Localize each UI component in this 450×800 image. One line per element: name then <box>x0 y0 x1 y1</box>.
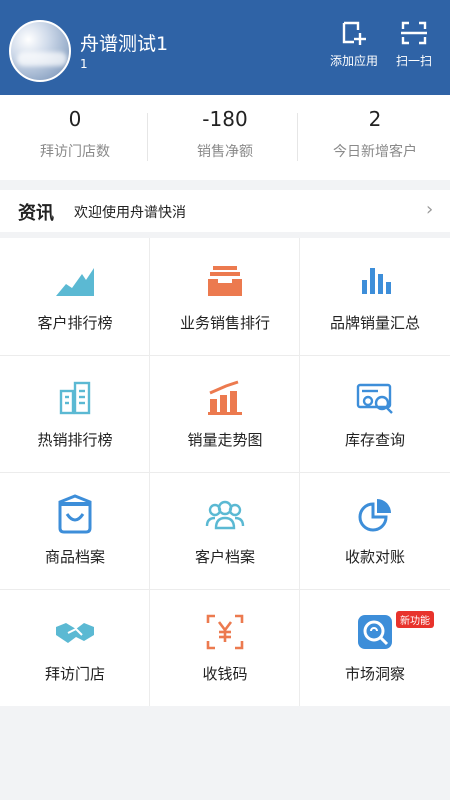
stat-value: -180 <box>202 107 248 131</box>
stat-caption: 今日新增客户 <box>333 144 417 160</box>
new-feature-badge: 新功能 <box>396 611 434 628</box>
stat-value: 2 <box>368 107 382 131</box>
market-insight-icon <box>354 611 396 653</box>
columns-icon <box>54 377 96 419</box>
app-brand-summary[interactable]: 品牌销量汇总 <box>300 238 450 355</box>
news-tag: 资讯 <box>18 203 54 224</box>
app-stock-query[interactable]: 库存查询 <box>300 355 450 472</box>
app-label: 客户档案 <box>194 548 255 566</box>
divider <box>297 113 298 161</box>
stat-value: 0 <box>68 107 82 131</box>
app-hot-ranking[interactable]: 热销排行榜 <box>0 355 150 472</box>
shopping-bag-icon <box>54 494 96 536</box>
app-market-insight[interactable]: 市场洞察 <box>300 589 450 706</box>
app-grid: 客户排行榜 业务销售排行 品牌销量汇总 热销排行榜 销量走势图 库存查询 商品档… <box>0 238 450 706</box>
header-bar: 舟谱测试1 1 添加应用 扫一扫 <box>0 0 450 95</box>
scan-icon <box>401 21 427 45</box>
add-app-icon <box>342 21 366 45</box>
trend-chart-icon <box>204 377 246 419</box>
app-label: 客户排行榜 <box>37 314 113 332</box>
app-label: 库存查询 <box>344 431 405 449</box>
app-customer-ranking[interactable]: 客户排行榜 <box>0 238 150 355</box>
app-visit-store[interactable]: 拜访门店 <box>0 589 150 706</box>
yuan-code-icon <box>204 611 246 653</box>
handshake-icon <box>54 611 96 653</box>
add-app-label: 添加应用 <box>329 54 378 68</box>
avatar[interactable] <box>9 20 71 82</box>
stats-panel: 0 拜访门店数 -180 销售净额 2 今日新增客户 <box>0 95 450 180</box>
stat-net-sales[interactable]: -180 销售净额 <box>150 95 300 180</box>
app-customer-archive[interactable]: 客户档案 <box>150 472 300 589</box>
app-label: 收钱码 <box>202 665 248 683</box>
app-label: 热销排行榜 <box>37 431 113 449</box>
scan-button[interactable]: 扫一扫 <box>384 20 444 69</box>
user-name: 舟谱测试1 <box>80 33 169 55</box>
app-sales-trend[interactable]: 销量走势图 <box>150 355 300 472</box>
stat-visited-stores[interactable]: 0 拜访门店数 <box>0 95 150 180</box>
news-bar[interactable]: 资讯 欢迎使用舟谱快消 › <box>0 190 450 232</box>
add-app-button[interactable]: 添加应用 <box>324 20 384 69</box>
app-label: 市场洞察 <box>344 665 405 683</box>
app-product-archive[interactable]: 商品档案 <box>0 472 150 589</box>
people-icon <box>204 494 246 536</box>
app-payment-code[interactable]: 收钱码 <box>150 589 300 706</box>
stock-search-icon <box>354 377 396 419</box>
pie-chart-icon <box>354 494 396 536</box>
app-sales-ranking[interactable]: 业务销售排行 <box>150 238 300 355</box>
stat-caption: 销售净额 <box>197 144 253 160</box>
app-label: 商品档案 <box>44 548 105 566</box>
app-label: 拜访门店 <box>44 665 105 683</box>
user-subtitle: 1 <box>80 57 88 71</box>
stat-new-customers[interactable]: 2 今日新增客户 <box>300 95 450 180</box>
bar-chart-icon <box>354 260 396 302</box>
app-label: 收款对账 <box>344 548 405 566</box>
chevron-right-icon: › <box>426 199 434 220</box>
app-label: 品牌销量汇总 <box>329 314 420 332</box>
divider <box>147 113 148 161</box>
app-label: 销量走势图 <box>187 431 263 449</box>
news-message: 欢迎使用舟谱快消 <box>74 205 186 221</box>
app-label: 业务销售排行 <box>179 314 270 332</box>
stat-caption: 拜访门店数 <box>40 144 110 160</box>
tray-icon <box>204 260 246 302</box>
app-payment-reconcile[interactable]: 收款对账 <box>300 472 450 589</box>
area-chart-icon <box>54 260 96 302</box>
scan-label: 扫一扫 <box>395 54 432 68</box>
